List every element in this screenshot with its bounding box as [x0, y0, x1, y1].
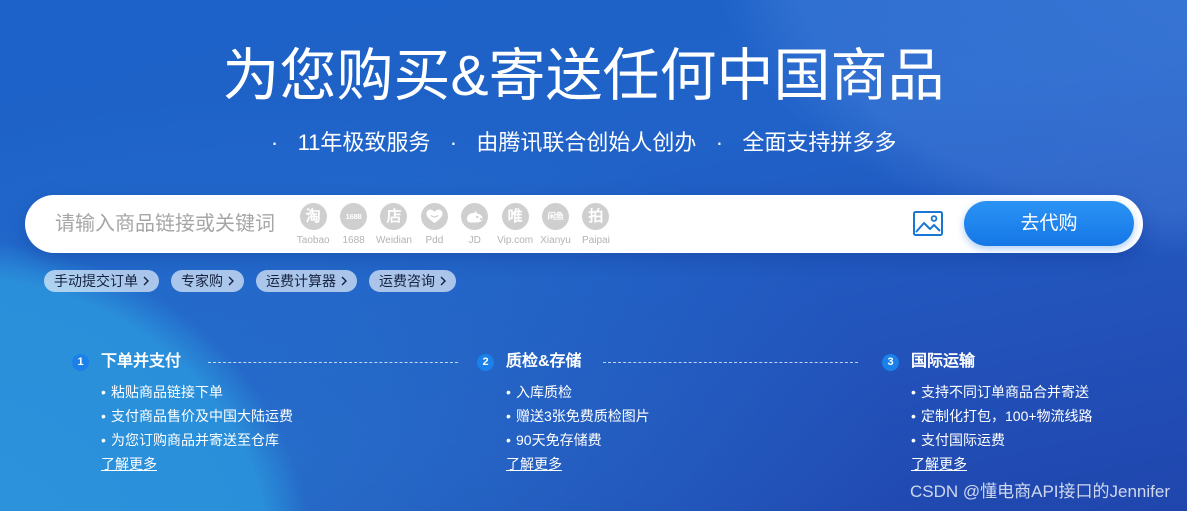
list-item: • 支持不同订单商品合并寄送 [911, 380, 1093, 404]
bullet: • [506, 432, 511, 448]
bullet: • [101, 408, 106, 424]
list-item-text: 支付商品售价及中国大陆运费 [111, 408, 293, 424]
xianyu-icon-glyph: 闲鱼 [547, 211, 565, 222]
chevron-right-icon [228, 276, 234, 286]
feature-highlights: · 11年极致服务 · 由腾讯联合创始人创办 · 全面支持拼多多 [0, 129, 1167, 157]
page-title: 为您购买&寄送任何中国商品 [222, 44, 945, 108]
step-number: 1 [72, 353, 89, 371]
search-bar: 淘 Taobao 1688 1688 店 Weidian [25, 195, 1143, 253]
image-search-button[interactable] [913, 211, 943, 236]
step-international-shipping: 3 国际运输 • 支持不同订单商品合并寄送 • 定制化打包，100+物流线路 • 支付… [882, 351, 1172, 476]
chip-shipping-calculator[interactable]: 运费计算器 [256, 270, 357, 292]
taobao-icon-glyph: 淘 [305, 208, 321, 225]
chevron-right-icon [143, 276, 149, 286]
chip-manual-order[interactable]: 手动提交订单 [44, 270, 159, 292]
list-item: • 粘贴商品链接下单 [101, 380, 293, 404]
step-item-list: • 入库质检 • 赠送3张免费质检图片 • 90天免存储费 [506, 380, 650, 452]
step-number: 3 [882, 353, 899, 371]
taobao-icon: 淘 [299, 203, 327, 230]
list-item-text: 支付国际运费 [921, 432, 1005, 448]
step-header: 3 国际运输 [882, 351, 975, 373]
dashed-divider [208, 362, 458, 363]
chip-label: 专家购 [181, 273, 223, 289]
jd-dog-shape [467, 210, 483, 222]
learn-more-link[interactable]: 了解更多 [506, 452, 562, 476]
1688-icon: 1688 [340, 203, 368, 230]
chevron-right-icon [341, 276, 347, 286]
watermark: CSDN @懂电商API接口的Jennifer [909, 482, 1170, 501]
step-title: 国际运输 [911, 353, 976, 370]
list-item: • 定制化打包，100+物流线路 [911, 404, 1093, 428]
list-item-text: 支持不同订单商品合并寄送 [921, 384, 1089, 400]
chip-label: 手动提交订单 [54, 273, 138, 289]
list-item-text: 90天免存储费 [516, 432, 602, 448]
learn-more-link[interactable]: 了解更多 [101, 452, 157, 476]
bullet: • [506, 408, 511, 424]
step-number: 2 [477, 353, 494, 371]
chip-expert-purchase[interactable]: 专家购 [171, 270, 244, 292]
quick-links: 手动提交订单 专家购 运费计算器 运费咨询 [44, 270, 456, 292]
chip-label: 运费咨询 [379, 273, 435, 289]
list-item-text: 定制化打包，100+物流线路 [921, 408, 1093, 424]
bullet: • [101, 384, 106, 400]
chip-shipping-consult[interactable]: 运费咨询 [369, 270, 456, 292]
pinduoduo-icon [420, 203, 448, 230]
step-title: 下单并支付 [101, 353, 182, 370]
feature-separator: · [715, 130, 724, 155]
bullet: • [911, 408, 916, 424]
list-item: • 为您订购商品并寄送至仓库 [101, 428, 293, 452]
step-item-list: • 支持不同订单商品合并寄送 • 定制化打包，100+物流线路 • 支付国际运费 [911, 380, 1093, 452]
chip-label: 运费计算器 [266, 273, 336, 289]
list-item-text: 为您订购商品并寄送至仓库 [111, 432, 279, 448]
feature-separator: · [270, 130, 279, 155]
list-item-text: 粘贴商品链接下单 [111, 384, 223, 400]
step-header: 1 下单并支付 [72, 351, 181, 373]
step-order-and-pay: 1 下单并支付 • 粘贴商品链接下单 • 支付商品售价及中国大陆运费 • 为您订购商品… [72, 351, 477, 476]
list-item: • 支付商品售价及中国大陆运费 [101, 404, 293, 428]
platform-list: 淘 Taobao 1688 1688 店 Weidian Pdd JD 唯 Vi… [293, 195, 616, 253]
feature-separator: · [449, 130, 458, 155]
list-item-text: 赠送3张免费质检图片 [516, 408, 650, 424]
image-icon [913, 211, 943, 236]
feature-pinduoduo: 全面支持拼多多 [742, 130, 897, 155]
bullet: • [101, 432, 106, 448]
paipai-icon-glyph: 拍 [588, 208, 604, 225]
platform-paipai[interactable]: 拍 Paipai [576, 195, 616, 253]
list-item: • 入库质检 [506, 380, 650, 404]
pinduoduo-heart-shape [426, 209, 443, 223]
step-header: 2 质检&存储 [477, 351, 582, 373]
hero-banner: 为您购买&寄送任何中国商品 · 11年极致服务 · 由腾讯联合创始人创办 · 全… [0, 0, 1187, 511]
learn-more-link[interactable]: 了解更多 [911, 452, 967, 476]
step-item-list: • 粘贴商品链接下单 • 支付商品售价及中国大陆运费 • 为您订购商品并寄送至仓库 [101, 380, 293, 452]
list-item-text: 入库质检 [516, 384, 572, 400]
xianyu-icon: 闲鱼 [542, 203, 570, 230]
step-inspection-storage: 2 质检&存储 • 入库质检 • 赠送3张免费质检图片 • 90天免存储费 了解更多 [477, 351, 882, 476]
bullet: • [911, 432, 916, 448]
paipai-icon: 拍 [582, 203, 610, 230]
search-input[interactable] [55, 195, 291, 253]
bullet: • [506, 384, 511, 400]
dashed-divider [603, 362, 858, 363]
weidian-icon: 店 [380, 203, 408, 230]
list-item: • 90天免存储费 [506, 428, 650, 452]
feature-founder: 由腾讯联合创始人创办 [476, 130, 697, 155]
vip-icon-glyph: 唯 [507, 208, 523, 225]
vip-icon: 唯 [501, 203, 529, 230]
list-item: • 支付国际运费 [911, 428, 1093, 452]
list-item: • 赠送3张免费质检图片 [506, 404, 650, 428]
weidian-icon-glyph: 店 [386, 208, 402, 225]
jd-dog-icon [461, 203, 489, 230]
step-title: 质检&存储 [506, 353, 582, 370]
purchase-button[interactable]: 去代购 [964, 201, 1134, 246]
bullet: • [911, 384, 916, 400]
platform-label-paipai: Paipai [582, 235, 610, 246]
feature-experience: 11年极致服务 [297, 130, 431, 155]
1688-icon-glyph: 1688 [345, 211, 362, 221]
chevron-right-icon [440, 276, 446, 286]
